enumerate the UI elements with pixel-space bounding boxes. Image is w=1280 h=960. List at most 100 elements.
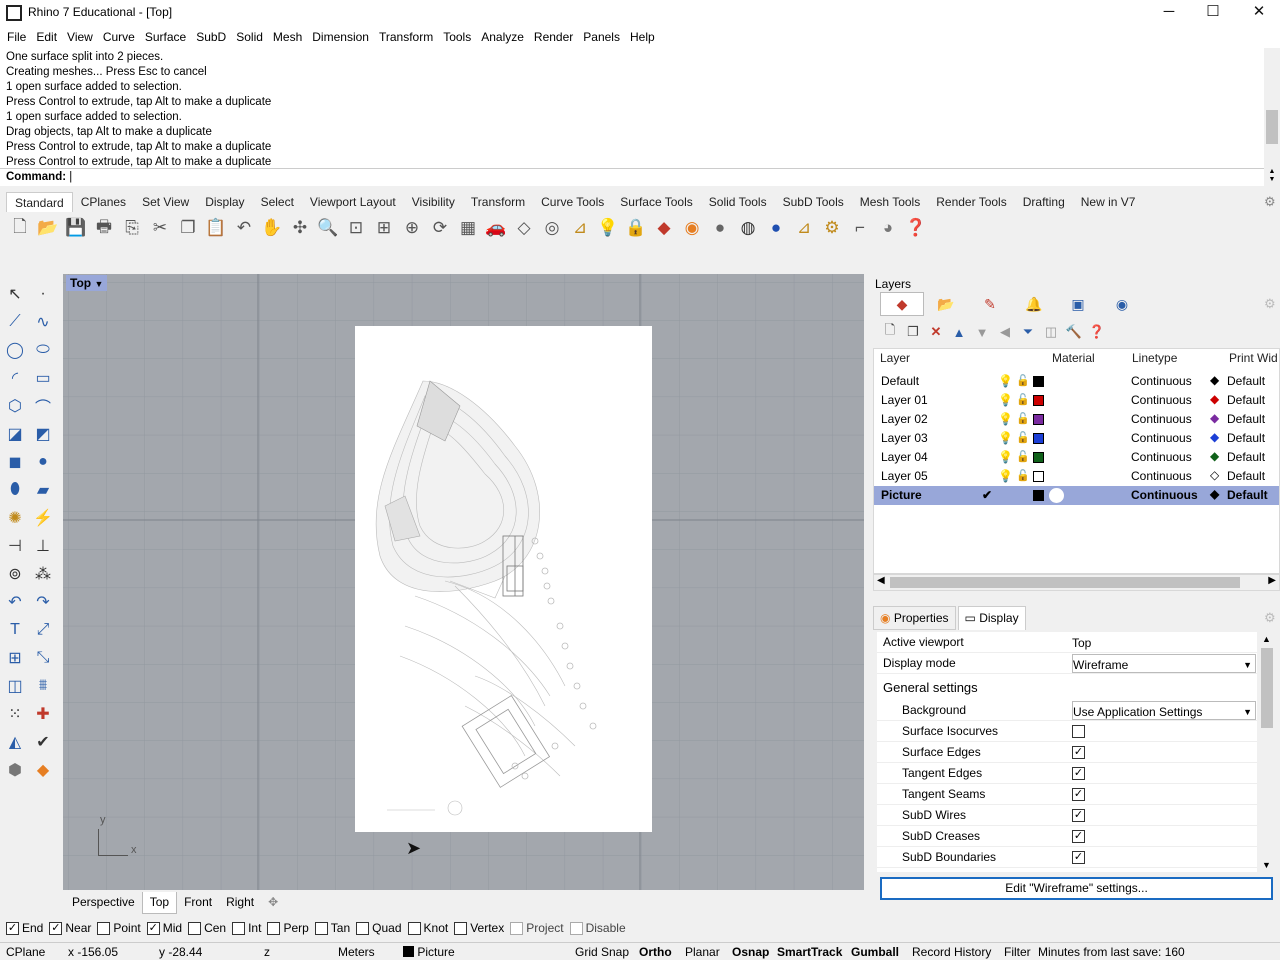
new-sublayer-icon[interactable]: ❐ xyxy=(903,322,923,342)
gumball-icon[interactable]: ✚ xyxy=(29,700,57,728)
tab-standard[interactable]: Standard xyxy=(6,192,73,212)
help-tab-icon[interactable]: ▣ xyxy=(1056,292,1100,316)
render-icon[interactable]: ◍ xyxy=(734,214,762,242)
curve-icon[interactable]: ∿ xyxy=(29,308,57,336)
add-viewport-icon[interactable]: ✥ xyxy=(261,892,285,914)
osnap-checkbox[interactable]: ✓ xyxy=(49,921,63,935)
undo-icon[interactable]: ↶ xyxy=(230,214,258,242)
layer-print-width[interactable]: Default xyxy=(1227,410,1265,429)
print-color-diamond-icon[interactable]: ◆ xyxy=(1210,409,1219,428)
layer-print-width[interactable]: Default xyxy=(1227,467,1265,486)
panel-options-icon[interactable]: ⚙ xyxy=(1264,296,1276,312)
setting-checkbox[interactable]: ✓ xyxy=(1072,809,1085,822)
background-dropdown[interactable]: Use Application Settings ▼ xyxy=(1072,701,1256,720)
materials-tab-icon[interactable]: ✎ xyxy=(968,292,1012,316)
tab-display-props[interactable]: ▭ Display xyxy=(957,606,1026,630)
sphere-icon[interactable]: ◕ xyxy=(874,214,902,242)
unlock-icon[interactable]: 🔓 xyxy=(1016,429,1030,448)
print-color-diamond-icon[interactable]: ◆ xyxy=(1210,428,1219,447)
tab-viewport-layout[interactable]: Viewport Layout xyxy=(302,192,404,212)
col-material[interactable]: Material xyxy=(1052,351,1095,365)
snap-icon[interactable]: ⊿ xyxy=(566,214,594,242)
zoom-window-icon[interactable]: ⊡ xyxy=(342,214,370,242)
point-icon[interactable]: · xyxy=(29,280,57,308)
osnap-int[interactable]: Int xyxy=(232,921,261,935)
tab-transform[interactable]: Transform xyxy=(463,192,533,212)
props-options-icon[interactable]: ⚙ xyxy=(1264,610,1276,626)
osnap-checkbox[interactable]: ✓ xyxy=(6,921,19,935)
tools-icon[interactable]: 🔨 xyxy=(1064,322,1084,342)
save-icon[interactable]: 💾 xyxy=(62,214,90,242)
four-viewports-icon[interactable]: ▦ xyxy=(454,214,482,242)
print-color-diamond-icon[interactable]: ◇ xyxy=(1210,466,1219,485)
scroll-down-icon[interactable]: ▼ xyxy=(1262,860,1271,870)
color-icon[interactable]: ◉ xyxy=(678,214,706,242)
check-icon[interactable]: ✔ xyxy=(29,728,57,756)
pan-icon[interactable]: ✋ xyxy=(258,214,286,242)
split-icon[interactable]: ⊥ xyxy=(29,532,57,560)
menu-edit[interactable]: Edit xyxy=(31,26,62,48)
menu-solid[interactable]: Solid xyxy=(231,26,268,48)
select-icon[interactable]: ⌐ xyxy=(846,214,874,242)
zoom-icon[interactable]: 🔍 xyxy=(314,214,342,242)
col-layer[interactable]: Layer xyxy=(880,351,910,365)
tab-subd-tools[interactable]: SubD Tools xyxy=(775,192,852,212)
tab-cplanes[interactable]: CPlanes xyxy=(73,192,134,212)
menu-view[interactable]: View xyxy=(62,26,98,48)
scroll-up-icon[interactable]: ▲ xyxy=(1262,634,1271,644)
osnap-checkbox[interactable] xyxy=(356,921,370,935)
patch-icon[interactable]: ◭ xyxy=(1,728,29,756)
layer-linetype[interactable]: Continuous xyxy=(1131,372,1192,391)
layer-row[interactable]: Layer 04 💡 🔓 Continuous ◆ Default xyxy=(874,448,1279,467)
layer-states-icon[interactable]: ◫ xyxy=(1041,322,1061,342)
display-mode-dropdown[interactable]: Wireframe ▼ xyxy=(1072,654,1256,673)
unlock-icon[interactable]: 🔓 xyxy=(1016,410,1030,429)
print-icon[interactable]: 🖶 xyxy=(90,214,118,242)
move-parent-icon[interactable]: ◀ xyxy=(995,322,1015,342)
menu-transform[interactable]: Transform xyxy=(374,26,438,48)
files-tab-icon[interactable]: 📂 xyxy=(924,292,968,316)
setting-checkbox[interactable] xyxy=(1072,725,1085,738)
tab-perspective[interactable]: Perspective xyxy=(65,892,142,914)
lock-icon[interactable]: 🔒 xyxy=(622,214,650,242)
layer-hscroll-thumb[interactable] xyxy=(890,577,1240,588)
unlock-icon[interactable]: 🔓 xyxy=(1016,391,1030,410)
lightbulb-icon[interactable]: 💡 xyxy=(998,391,1013,410)
lightbulb-icon[interactable]: 💡 xyxy=(998,448,1013,467)
tab-display[interactable]: Display xyxy=(197,192,252,212)
menu-subd[interactable]: SubD xyxy=(191,26,231,48)
extrude-icon[interactable]: ▰ xyxy=(29,476,57,504)
tab-render-tools[interactable]: Render Tools xyxy=(928,192,1015,212)
layer-linetype[interactable]: Continuous xyxy=(1131,410,1192,429)
osnap-quad[interactable]: Quad xyxy=(356,921,402,935)
osnap-checkbox[interactable] xyxy=(314,921,328,935)
layer-print-width[interactable]: Default xyxy=(1227,391,1265,410)
new-layer-icon[interactable]: 🗋 xyxy=(880,322,900,342)
command-spinner[interactable]: ▲ ▼ xyxy=(1264,168,1280,186)
properties-scrollbar[interactable]: ▲ ▼ xyxy=(1259,632,1275,872)
record-history-toggle[interactable]: Record History xyxy=(912,945,991,959)
analyze-icon[interactable]: ⩩ xyxy=(29,672,57,700)
lightning-icon[interactable]: ⚡ xyxy=(29,504,57,532)
layer-row[interactable]: Layer 05 💡 🔓 Continuous ◇ Default xyxy=(874,467,1279,486)
material-swatch[interactable] xyxy=(1049,488,1064,503)
osnap-checkbox[interactable] xyxy=(407,921,421,935)
tab-mesh-tools[interactable]: Mesh Tools xyxy=(852,192,928,212)
osnap-vertex[interactable]: Vertex xyxy=(454,921,504,935)
setting-checkbox[interactable]: ✓ xyxy=(1072,767,1085,780)
osnap-end[interactable]: ✓ End xyxy=(6,921,43,935)
current-layer[interactable]: Picture xyxy=(403,945,455,959)
delete-layer-icon[interactable]: ✕ xyxy=(926,322,946,342)
layer-color-swatch[interactable] xyxy=(1033,471,1044,482)
tab-curve-tools[interactable]: Curve Tools xyxy=(533,192,612,212)
scale-icon[interactable]: ⤡ xyxy=(29,644,57,672)
close-button[interactable]: ✕ xyxy=(1236,0,1280,26)
tab-front[interactable]: Front xyxy=(177,892,219,914)
scroll-left-icon[interactable]: ◀ xyxy=(877,575,885,586)
paste-icon[interactable]: 📋 xyxy=(202,214,230,242)
menu-analyze[interactable]: Analyze xyxy=(476,26,529,48)
setting-checkbox[interactable]: ✓ xyxy=(1072,851,1085,864)
rotate-icon[interactable]: ⟳ xyxy=(426,214,454,242)
cplane-indicator[interactable]: CPlane xyxy=(6,945,45,959)
filter-toggle[interactable]: Filter xyxy=(1004,945,1031,959)
